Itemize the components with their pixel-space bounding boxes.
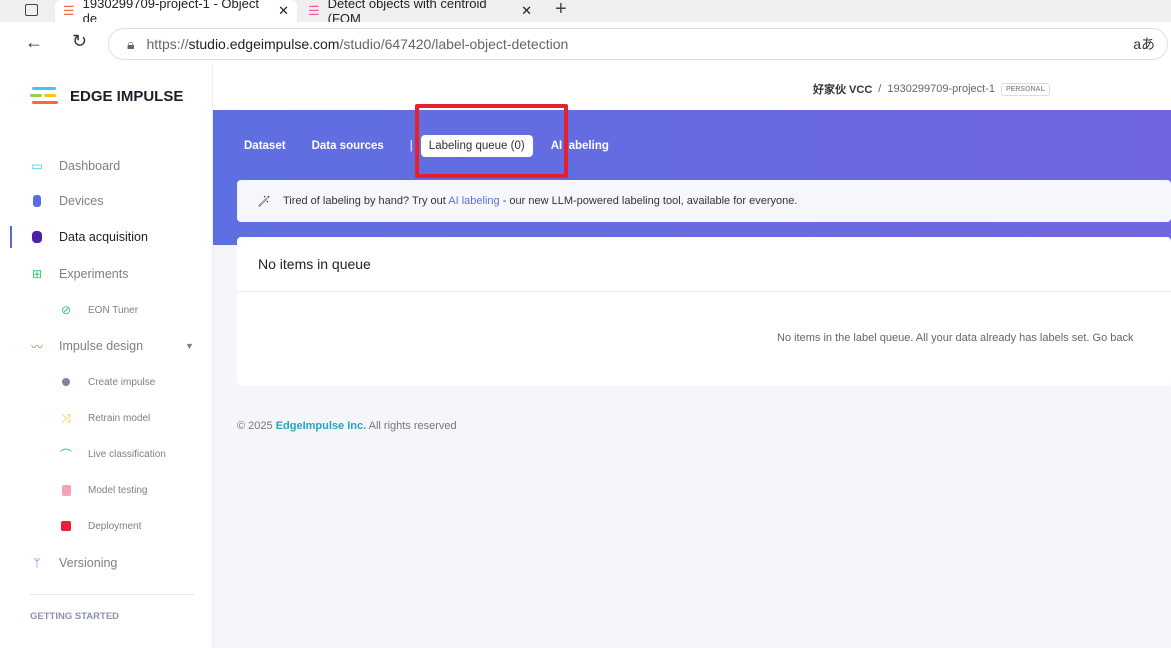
- sidebar-toggle-icon[interactable]: [25, 4, 38, 16]
- browser-tab-2[interactable]: ☰ Detect objects with centroid (FOM ✕: [300, 0, 540, 26]
- footer: © 2025 EdgeImpulse Inc. All rights reser…: [237, 420, 457, 432]
- sidebar-item-impulse-design[interactable]: 〰 Impulse design ▼: [10, 338, 213, 354]
- dot-icon: [59, 375, 73, 389]
- clipboard-icon: [59, 483, 73, 497]
- sidebar-item-deployment[interactable]: Deployment: [10, 518, 213, 534]
- browser-tab-bar: ☰ 1930299709-project-1 - Object de ✕ ☰ D…: [0, 0, 1171, 26]
- user-name[interactable]: 好家伙 VCC: [813, 81, 872, 97]
- branch-icon: ᛘ: [33, 556, 41, 570]
- sidebar-item-create-impulse[interactable]: Create impulse: [10, 374, 213, 390]
- edge-impulse-logo-icon: [30, 87, 58, 104]
- edge-impulse-favicon: ☰: [63, 3, 75, 18]
- sidebar-divider: [30, 594, 194, 595]
- card-divider: [237, 291, 1171, 292]
- magic-wand-icon: 🪄︎: [257, 195, 271, 208]
- back-icon[interactable]: ←: [25, 32, 43, 53]
- reload-icon[interactable]: ↻: [72, 31, 87, 52]
- breadcrumb: 好家伙 VCC / 1930299709-project-1 PERSONAL: [813, 81, 1050, 97]
- section-heading-getting-started: GETTING STARTED: [30, 611, 120, 622]
- company-link[interactable]: EdgeImpulse Inc.: [276, 420, 366, 432]
- hero-banner: Dataset Data sources | Labeling queue (0…: [213, 104, 1171, 245]
- address-bar-row: ← ↻ 🔒︎ https://studio.edgeimpulse.com/st…: [0, 22, 1171, 66]
- sidebar-item-data-acquisition[interactable]: Data acquisition: [10, 226, 213, 248]
- chevron-down-icon[interactable]: ▼: [185, 341, 194, 351]
- sidebar-item-model-testing[interactable]: Model testing: [10, 482, 213, 498]
- monitor-icon: ▭: [31, 159, 43, 173]
- database-icon: [30, 230, 44, 244]
- empty-queue-message: No items in the label queue. All your da…: [777, 332, 1134, 344]
- tab-data-sources[interactable]: Data sources: [312, 140, 384, 152]
- close-tab-icon[interactable]: ✕: [521, 3, 532, 19]
- logo[interactable]: EDGE IMPULSE: [30, 86, 183, 106]
- box-icon: [59, 519, 73, 533]
- top-header: 好家伙 VCC / 1930299709-project-1 PERSONAL: [213, 66, 1171, 110]
- highlight-annotation-box: [415, 104, 568, 178]
- sidebar-item-retrain-model[interactable]: ⤨ Retrain model: [10, 410, 213, 426]
- sidebar-item-live-classification[interactable]: ⌒ Live classification: [10, 446, 213, 462]
- sidebar-item-versioning[interactable]: ᛘ Versioning: [10, 555, 213, 571]
- chip-icon: [30, 194, 44, 208]
- queue-card: No items in queue No items in the label …: [237, 237, 1171, 386]
- edge-impulse-favicon: ☰: [308, 3, 320, 18]
- lock-icon: 🔒︎: [127, 35, 135, 52]
- personal-badge: PERSONAL: [1000, 82, 1050, 96]
- shuffle-icon: ⤨: [61, 410, 71, 425]
- sidebar-item-eon-tuner[interactable]: ⊘ EON Tuner: [10, 302, 213, 318]
- browser-tab-1[interactable]: ☰ 1930299709-project-1 - Object de ✕: [55, 0, 297, 26]
- sidebar-item-devices[interactable]: Devices: [10, 193, 213, 209]
- app: EDGE IMPULSE ▭ Dashboard Devices Data acq…: [10, 66, 1171, 648]
- new-tab-button[interactable]: +: [555, 0, 567, 21]
- ime-indicator: aあ: [1133, 36, 1155, 52]
- card-title: No items in queue: [258, 256, 371, 272]
- grid-icon: ⊞: [31, 267, 43, 281]
- sidebar-item-experiments[interactable]: ⊞ Experiments: [10, 266, 213, 282]
- url-input[interactable]: 🔒︎ https://studio.edgeimpulse.com/studio…: [108, 28, 1168, 60]
- ai-labeling-link[interactable]: AI labeling: [448, 195, 499, 207]
- close-tab-icon[interactable]: ✕: [278, 3, 289, 19]
- sidebar-item-dashboard[interactable]: ▭ Dashboard: [10, 158, 213, 174]
- pulse-icon: 〰: [30, 339, 43, 354]
- sidebar: EDGE IMPULSE ▭ Dashboard Devices Data acq…: [10, 66, 213, 648]
- project-name[interactable]: 1930299709-project-1: [887, 83, 995, 95]
- bezier-icon: ⌒: [59, 447, 72, 462]
- tab-dataset[interactable]: Dataset: [244, 140, 286, 152]
- ai-labeling-notice: 🪄︎ Tired of labeling by hand? Try out AI…: [237, 180, 1171, 222]
- compass-icon: ⊘: [60, 303, 72, 317]
